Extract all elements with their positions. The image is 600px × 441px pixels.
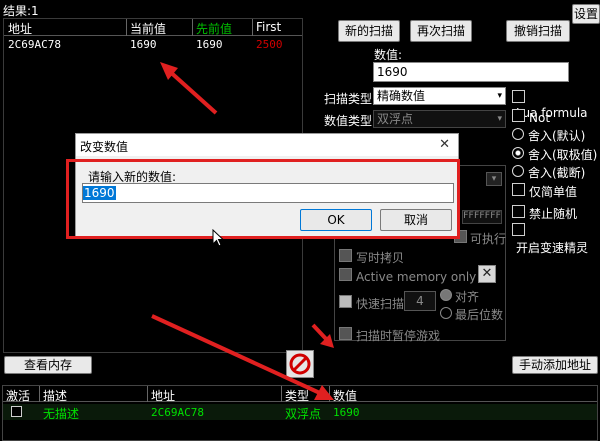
- annotation-arrows: [151, 62, 334, 400]
